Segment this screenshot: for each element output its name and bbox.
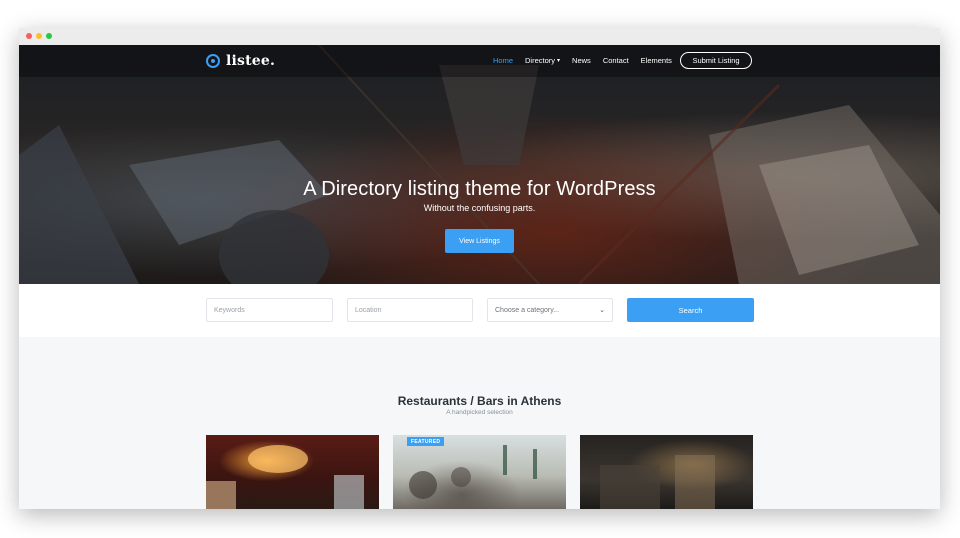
minimize-window-dot[interactable] xyxy=(36,33,42,39)
chevron-down-icon: ⌄ xyxy=(599,307,605,314)
main-nav: Home Directory ▾ News Contact Elements xyxy=(493,56,684,65)
nav-item-home[interactable]: Home xyxy=(493,56,513,65)
hero-title: A Directory listing theme for WordPress xyxy=(303,178,656,200)
nav-item-label: Directory xyxy=(525,56,556,65)
nav-item-label: Contact xyxy=(602,56,629,65)
search-bar: Keywords Location Choose a category... ⌄… xyxy=(19,284,940,337)
section-title: Restaurants / Bars in Athens xyxy=(397,394,562,408)
submit-listing-button[interactable]: Submit Listing xyxy=(680,52,752,69)
location-placeholder: Location xyxy=(355,306,382,314)
window-chrome xyxy=(19,28,940,46)
view-listings-button[interactable]: View Listings xyxy=(445,229,514,253)
search-button[interactable]: Search xyxy=(627,298,754,322)
restaurant-image xyxy=(600,455,715,509)
nav-item-label: News xyxy=(572,56,591,65)
chevron-down-icon: ▾ xyxy=(557,58,561,64)
category-select[interactable]: Choose a category... ⌄ xyxy=(487,298,613,322)
nav-item-elements[interactable]: Elements xyxy=(641,56,672,65)
listing-card-1[interactable] xyxy=(206,435,379,509)
close-window-dot[interactable] xyxy=(26,33,32,39)
maximize-window-dot[interactable] xyxy=(46,33,52,39)
logo-ring-icon xyxy=(206,54,220,68)
top-navbar: listee. Home Directory ▾ News Contact El… xyxy=(19,45,940,77)
nav-item-label: Home xyxy=(493,56,514,65)
restaurant-image xyxy=(206,445,364,509)
restaurant-image xyxy=(409,445,537,499)
keywords-input[interactable]: Keywords xyxy=(206,298,333,322)
nav-item-contact[interactable]: Contact xyxy=(603,56,629,65)
listing-card-3[interactable] xyxy=(580,435,753,509)
hero-banner: listee. Home Directory ▾ News Contact El… xyxy=(19,45,940,284)
category-selected-value: Choose a category... xyxy=(495,306,560,314)
nav-item-directory[interactable]: Directory ▾ xyxy=(525,56,560,65)
browser-window: listee. Home Directory ▾ News Contact El… xyxy=(19,28,940,509)
site-logo[interactable]: listee. xyxy=(206,53,275,69)
location-input[interactable]: Location xyxy=(347,298,473,322)
logo-text: listee. xyxy=(226,53,276,69)
featured-badge: FEATURED xyxy=(407,437,445,446)
keywords-placeholder: Keywords xyxy=(214,306,245,314)
listing-card-2[interactable]: FEATURED xyxy=(393,435,566,509)
hero-subtitle: Without the confusing parts. xyxy=(423,203,536,213)
nav-item-news[interactable]: News xyxy=(572,56,591,65)
nav-item-label: Elements xyxy=(640,56,672,65)
section-subtitle: A handpicked selection xyxy=(446,409,513,416)
